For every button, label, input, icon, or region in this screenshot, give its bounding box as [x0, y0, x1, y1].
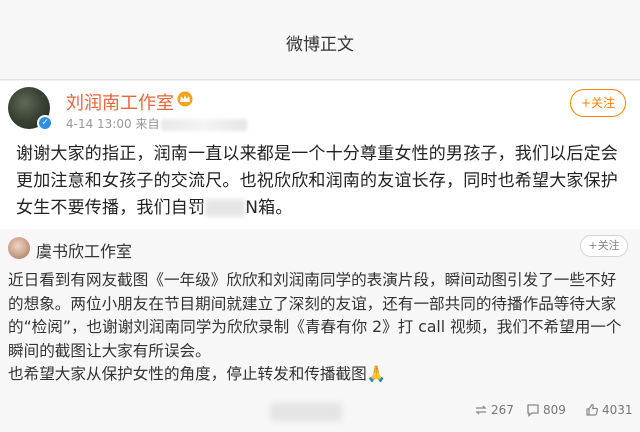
like-button[interactable]: 4031: [585, 403, 633, 417]
post-time: 4-14 13:00: [66, 117, 132, 131]
comment-button[interactable]: 809: [526, 403, 566, 417]
comment-icon: [527, 404, 539, 417]
repost-button[interactable]: 267: [474, 403, 514, 417]
repost-icon: [475, 405, 487, 415]
quoted-text-paragraph: 近日看到有网友截图《一年级》欣欣和刘润南同学的表演片段，瞬间动图引发了一些不好的…: [8, 271, 622, 360]
quoted-footer: 267 809 4031: [0, 397, 640, 427]
quoted-text-paragraph-2: 也希望大家从保护女性的角度，停止转发和传播截图🙏: [8, 365, 387, 383]
blurred-text: [205, 199, 246, 217]
comment-count: 809: [543, 403, 566, 417]
post-author[interactable]: 刘润南工作室: [66, 89, 174, 115]
post-text-part2: N箱。: [245, 198, 293, 218]
blurred-source: [161, 118, 248, 131]
quoted-avatar[interactable]: [8, 237, 30, 259]
quoted-follow-button[interactable]: +关注: [580, 235, 628, 257]
top-bar: 微博正文: [0, 0, 640, 80]
blurred-watermark: [270, 403, 342, 421]
quoted-author[interactable]: 虞书欣工作室: [36, 238, 132, 262]
quoted-text: 近日看到有网友截图《一年级》欣欣和刘润南同学的表演片段，瞬间动图引发了一些不好的…: [8, 269, 628, 387]
avatar[interactable]: ✓: [8, 87, 53, 131]
page-title: 微博正文: [286, 35, 354, 55]
post-meta: 4-14 13:00 来自: [66, 115, 248, 132]
thumbs-up-icon: [586, 403, 599, 416]
post-text-part1: 谢谢大家的指正，润南一直以来都是一个十分尊重女性的男孩子，我们以后定会更加注意和…: [16, 144, 618, 218]
repost-count: 267: [491, 403, 514, 417]
post-source-prefix: 来自: [135, 117, 160, 131]
like-count: 4031: [602, 403, 633, 417]
post-card: ✓ 刘润南工作室 4-14 13:00 来自 +关注 谢谢大家的指正，润南一直以…: [0, 81, 640, 432]
quoted-post[interactable]: 虞书欣工作室 +关注 近日看到有网友截图《一年级》欣欣和刘润南同学的表演片段，瞬…: [0, 229, 640, 432]
verified-badge-icon: ✓: [37, 115, 53, 131]
crown-badge-icon: [177, 91, 193, 107]
post-text: 谢谢大家的指正，润南一直以来都是一个十分尊重女性的男孩子，我们以后定会更加注意和…: [16, 141, 628, 222]
follow-button[interactable]: +关注: [570, 89, 626, 117]
